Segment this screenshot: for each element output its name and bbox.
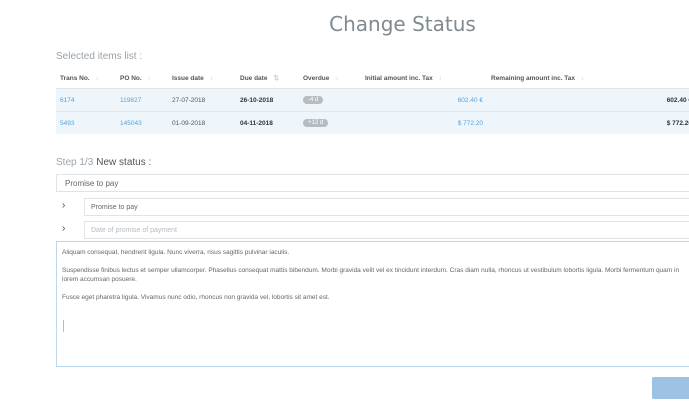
selected-items-label: Selected items list : xyxy=(56,51,143,62)
po-no-link[interactable]: 119827 xyxy=(116,89,168,112)
comment-paragraph: Fusce eget pharetra ligula. Vivamus nunc… xyxy=(62,294,330,301)
initial-amount-cell: 602.40 € xyxy=(457,96,483,104)
next-button[interactable] xyxy=(652,377,689,399)
sort-icon[interactable]: ↕ xyxy=(96,75,99,82)
column-header-remaining-amount[interactable]: Remaining amount inc. Tax ↕ xyxy=(487,68,689,89)
sort-icon[interactable]: ↕ xyxy=(439,75,442,82)
column-header-due-date[interactable]: Due date ⇅ xyxy=(236,68,299,89)
sort-icon[interactable]: ⇅ xyxy=(273,75,278,82)
chevron-right-icon[interactable]: › xyxy=(62,200,65,211)
remaining-amount-cell: 602.40 € xyxy=(666,96,689,104)
overdue-badge: -4 d xyxy=(303,96,324,104)
overdue-badge: +12 d xyxy=(303,119,329,127)
chevron-right-icon[interactable]: › xyxy=(62,223,65,234)
trans-no-link[interactable]: 6174 xyxy=(56,89,116,112)
sort-icon[interactable]: ↕ xyxy=(335,75,338,82)
remaining-amount-cell: $ 772.20 xyxy=(487,111,689,134)
column-header-issue-date[interactable]: Issue date ↕ xyxy=(168,68,236,89)
step-indicator: Step 1/3 New status : xyxy=(56,157,151,168)
step-label: New status : xyxy=(96,157,152,168)
comment-paragraph: Suspendisse finibus lectus et semper ull… xyxy=(62,267,680,283)
status-select[interactable]: Promise to pay xyxy=(56,174,689,192)
table-header-row: Trans No. ↕ PO No. ↕ Issue date ↕ Due date ⇅… xyxy=(56,68,689,89)
table-row: 6174 119827 27-07-2018 26-10-2018 -4 d 6… xyxy=(56,88,689,112)
issue-date-cell: 27-07-2018 xyxy=(172,96,206,104)
sort-icon[interactable]: ↕ xyxy=(581,75,584,82)
column-header-overdue[interactable]: Overdue ↕ xyxy=(299,68,361,89)
column-header-initial-amount[interactable]: Initial amount inc. Tax ↕ xyxy=(361,68,487,89)
initial-amount-cell: $ 772.20 xyxy=(361,111,487,134)
trans-no-link[interactable]: 5493 xyxy=(56,111,116,134)
text-caret xyxy=(63,320,64,332)
promise-date-field[interactable]: Date of promise of payment xyxy=(84,221,689,239)
column-header-trans-no[interactable]: Trans No. ↕ xyxy=(56,68,116,89)
po-no-link[interactable]: 145043 xyxy=(116,111,168,134)
sort-icon[interactable]: ↕ xyxy=(148,75,151,82)
step-counter: Step 1/3 xyxy=(56,157,94,168)
comment-paragraph: Aliquam consequat, hendrerit ligula. Nun… xyxy=(62,249,290,256)
overdue-cell: +12 d xyxy=(299,111,361,134)
due-date-cell: 26-10-2018 xyxy=(240,96,274,104)
dialog-title: Change Status xyxy=(329,12,476,36)
table-row: 5493 145043 01-09-2018 04-11-2018 +12 d … xyxy=(56,111,689,134)
status-detail-row: › Promise to pay xyxy=(56,198,689,216)
comment-textarea[interactable]: Aliquam consequat, hendrerit ligula. Nun… xyxy=(56,241,689,367)
selected-items-table: Trans No. ↕ PO No. ↕ Issue date ↕ Due date ⇅… xyxy=(56,68,689,134)
promise-type-field[interactable]: Promise to pay xyxy=(84,198,689,216)
due-date-cell: 04-11-2018 xyxy=(236,111,299,134)
issue-date-cell: 01-09-2018 xyxy=(168,111,236,134)
promise-date-row: › Date of promise of payment xyxy=(56,221,689,239)
overdue-cell: -4 d xyxy=(299,89,361,112)
sort-icon[interactable]: ↕ xyxy=(210,75,213,82)
column-header-po-no[interactable]: PO No. ↕ xyxy=(116,68,168,89)
